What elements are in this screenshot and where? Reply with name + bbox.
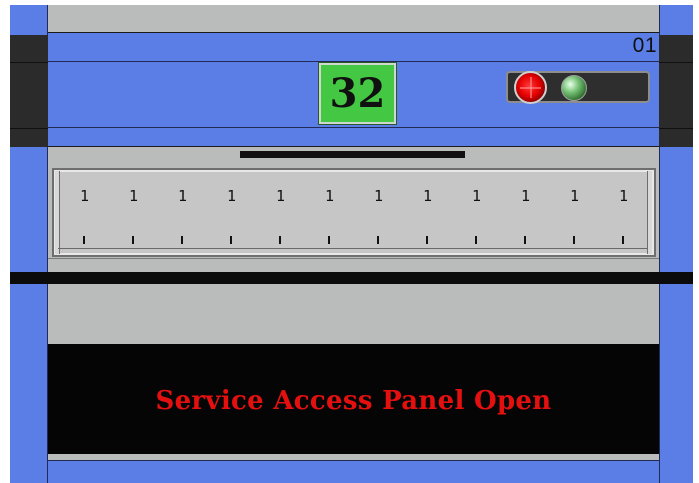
ruler-tick-label: 1 <box>178 187 188 205</box>
ruler-tick-label: 1 <box>423 187 433 205</box>
ruler-tick-mark <box>524 236 526 244</box>
ruler-tick-mark <box>475 236 477 244</box>
ruler-tick-mark <box>377 236 379 244</box>
green-status-light-icon[interactable] <box>561 75 587 101</box>
ruler-tick-mark <box>426 236 428 244</box>
insert-slot[interactable] <box>240 151 465 158</box>
ruler-tick-mark <box>328 236 330 244</box>
ruler-panel <box>52 168 656 257</box>
ruler-tick-label: 1 <box>521 187 531 205</box>
ruler-tick-mark <box>132 236 134 244</box>
ruler-tick-mark <box>622 236 624 244</box>
ruler-tick-mark <box>181 236 183 244</box>
ruler-tick-mark <box>230 236 232 244</box>
ruler-tick-label: 1 <box>619 187 629 205</box>
ruler-right-edge <box>647 171 652 254</box>
ruler-tick-label: 1 <box>129 187 139 205</box>
ruler-tick-label: 1 <box>325 187 335 205</box>
ruler-left-edge <box>55 171 60 254</box>
ruler-tick-mark <box>83 236 85 244</box>
unit-number: 01 <box>632 34 657 57</box>
ruler-baseline <box>58 248 648 249</box>
lower-panel <box>48 284 659 344</box>
ruler-tick-label: 1 <box>374 187 384 205</box>
ruler-tick-mark <box>279 236 281 244</box>
red-status-light-icon[interactable] <box>514 71 547 104</box>
ruler-tick-label: 1 <box>227 187 237 205</box>
ruler-tick-label: 1 <box>570 187 580 205</box>
status-message: Service Access Panel Open <box>155 386 552 416</box>
left-bracket <box>10 35 48 147</box>
ruler-tick-label: 1 <box>276 187 286 205</box>
counter-display: 32 <box>318 62 397 125</box>
ruler-base <box>48 258 659 272</box>
divider-bar <box>10 272 693 284</box>
ruler-tick-label: 1 <box>80 187 90 205</box>
bottom-rail <box>48 460 659 483</box>
ruler-tick-label: 1 <box>472 187 482 205</box>
right-bracket <box>659 35 693 147</box>
ruler-tick-mark <box>573 236 575 244</box>
top-band <box>48 5 659 33</box>
